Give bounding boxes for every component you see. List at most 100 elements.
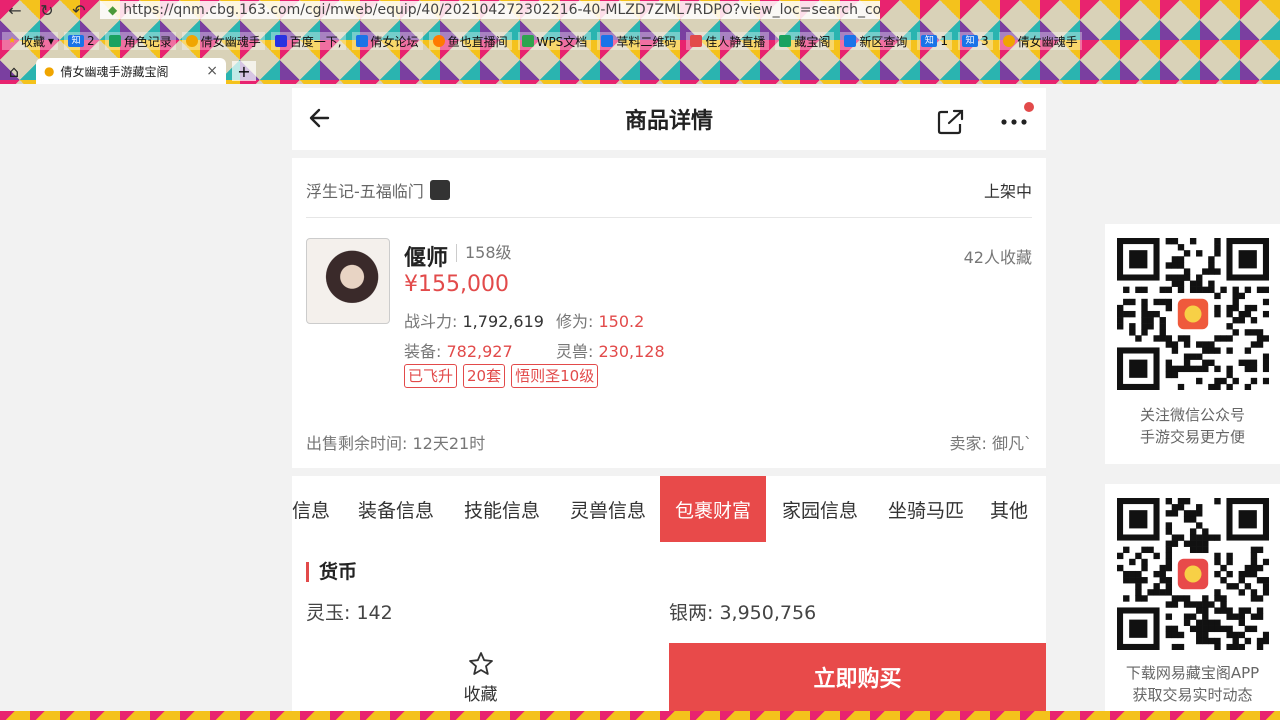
tab-close-icon[interactable]: × (206, 63, 218, 79)
bookmark-item[interactable]: WPS文档 (517, 32, 592, 50)
url-field[interactable]: ◆ https://qnm.cbg.163.com/cgi/mweb/equip… (100, 1, 880, 19)
tab-title: 倩女幽魂手游藏宝阁 (60, 64, 169, 79)
qnm-icon (1002, 35, 1015, 47)
forum-icon (355, 35, 368, 47)
tab-skills[interactable]: 技能信息 (448, 476, 556, 542)
bookmark-label: 收藏 (21, 34, 46, 49)
star-icon (468, 651, 493, 675)
character-avatar[interactable] (306, 238, 390, 324)
equip-value: 782,927 (446, 342, 513, 361)
seller-label: 卖家: (949, 434, 987, 453)
xiuwei-label: 修为: (556, 312, 594, 331)
remaining-time-value: 12天21时 (412, 434, 486, 453)
chevron-down-icon: ▾ (48, 34, 55, 48)
caption-line: 手游交易更方便 (1139, 428, 1245, 446)
tab-inventory-wealth[interactable]: 包裹财富 (660, 476, 766, 542)
product-page: 商品详情 浮生记-五福临门 上架中 偃师 158级 42人收藏 ¥155,000… (292, 84, 1046, 711)
qr-icon (601, 35, 614, 47)
bookmark-item[interactable]: 倩女幽魂手 (998, 32, 1082, 50)
bookmark-item[interactable]: 角色记录 (104, 32, 176, 50)
bookmark-label: 2 (87, 34, 95, 48)
bookmark-item[interactable]: 倩女论坛 (351, 32, 423, 50)
zhihu-icon: 知 (68, 35, 85, 47)
xiuwei-value: 150.2 (598, 312, 645, 331)
bookmark-label: 1 (940, 34, 949, 48)
seller[interactable]: 卖家: 御凡` (949, 430, 1032, 454)
item-tags: 已飞升 20套 悟则圣10级 (404, 364, 599, 388)
back-arrow-icon[interactable] (306, 102, 338, 134)
item-card: 浮生记-五福临门 上架中 偃师 158级 42人收藏 ¥155,000 战斗力:… (292, 158, 1046, 468)
more-options-icon[interactable] (998, 112, 1030, 132)
url-text: https://qnm.cbg.163.com/cgi/mweb/equip/4… (123, 2, 880, 18)
new-tab-button[interactable]: + (232, 61, 256, 81)
taskbar-pattern (0, 711, 1280, 720)
power-value: 1,792,619 (462, 312, 544, 331)
info-tabs: 信息 装备信息 技能信息 灵兽信息 包裹财富 家园信息 坐骑马匹 其他 (292, 476, 1046, 542)
security-shield-icon: ◆ (108, 3, 118, 17)
share-icon[interactable] (936, 108, 966, 136)
item-price: ¥155,000 (404, 272, 509, 297)
live-icon (690, 35, 703, 47)
bookmark-item[interactable]: 草料二维码 (597, 32, 681, 50)
qnm-icon (185, 35, 198, 47)
qnm-favicon-icon: ● (44, 64, 55, 78)
wechat-qr-code (1116, 238, 1269, 390)
tab-equipment[interactable]: 装备信息 (344, 476, 448, 542)
bookmark-item[interactable]: 新区查询 (840, 32, 912, 50)
bookmark-item[interactable]: ★ 收藏 ▾ (2, 32, 59, 50)
bookmark-item[interactable]: 鱼也直播间 (428, 32, 512, 50)
zhihu-icon: 知 (962, 35, 979, 47)
bookmark-label: WPS文档 (536, 34, 588, 49)
buy-now-button[interactable]: 立即购买 (669, 643, 1046, 711)
tab-pets[interactable]: 灵兽信息 (556, 476, 660, 542)
favorite-button[interactable]: 收藏 (292, 643, 669, 711)
tab-mounts[interactable]: 坐骑马匹 (874, 476, 978, 542)
bookmark-label: 草料二维码 (616, 34, 677, 49)
tab-basic-info[interactable]: 信息 (292, 476, 344, 542)
douyu-icon (432, 35, 445, 47)
equip-label: 装备: (404, 342, 442, 361)
notification-dot (1024, 102, 1034, 112)
power-label: 战斗力: (404, 312, 458, 331)
tag: 20套 (463, 364, 506, 388)
refresh-icon[interactable]: ↻ (36, 1, 58, 20)
bookmark-item[interactable]: 知2 (64, 32, 99, 50)
yinliang-label: 银两: (669, 602, 714, 624)
bottom-action-bar: 收藏 立即购买 (292, 643, 1046, 711)
baidu-icon (274, 35, 287, 47)
tab-home[interactable]: 家园信息 (766, 476, 874, 542)
bookmark-label: 倩女幽魂手 (1017, 34, 1078, 49)
home-icon[interactable]: ⌂ (0, 58, 28, 84)
pet-value: 230,128 (598, 342, 665, 361)
caption-line: 下载网易藏宝阁APP (1125, 664, 1260, 682)
bookmark-label: 佳人静直播 (705, 34, 766, 49)
bookmark-item[interactable]: 藏宝阁 (775, 32, 835, 50)
grid-icon (779, 35, 792, 47)
power-stat: 战斗力: 1,792,619 (404, 308, 544, 332)
bookmark-item[interactable]: 倩女幽魂手 (181, 32, 265, 50)
star-icon: ★ (7, 36, 17, 46)
apple-icon (429, 180, 450, 200)
bookmark-item[interactable]: 百度一下, (270, 32, 346, 50)
server-name: 浮生记-五福临门 (306, 178, 450, 202)
bookmark-item[interactable]: 知3 (958, 32, 993, 50)
page-title: 商品详情 (624, 109, 713, 134)
bookmark-item[interactable]: 佳人静直播 (686, 32, 770, 50)
seller-name: 御凡` (991, 434, 1032, 453)
caption-line: 获取交易实时动态 (1132, 686, 1253, 704)
remaining-time-label: 出售剩余时间: (306, 434, 408, 453)
query-icon (844, 35, 857, 47)
back-arrow-icon[interactable]: ← (4, 1, 26, 20)
browser-tab[interactable]: ● 倩女幽魂手游藏宝阁 × (36, 58, 226, 84)
bookmark-item[interactable]: 知1 (917, 32, 953, 50)
caption-line: 关注微信公众号 (1139, 406, 1245, 424)
lingyu-row: 灵玉: 142 (306, 598, 393, 625)
undo-icon[interactable]: ↶ (68, 1, 90, 20)
equip-stat: 装备: 782,927 (404, 338, 513, 362)
section-title: 货币 (306, 562, 357, 582)
app-qr-caption: 下载网易藏宝阁APP 获取交易实时动态 (1126, 662, 1259, 706)
wechat-qr-caption: 关注微信公众号 手游交易更方便 (1140, 404, 1245, 448)
tab-other[interactable]: 其他 (978, 476, 1040, 542)
pet-label: 灵兽: (556, 342, 594, 361)
app-qr-panel: 下载网易藏宝阁APP 获取交易实时动态 (1105, 484, 1280, 711)
